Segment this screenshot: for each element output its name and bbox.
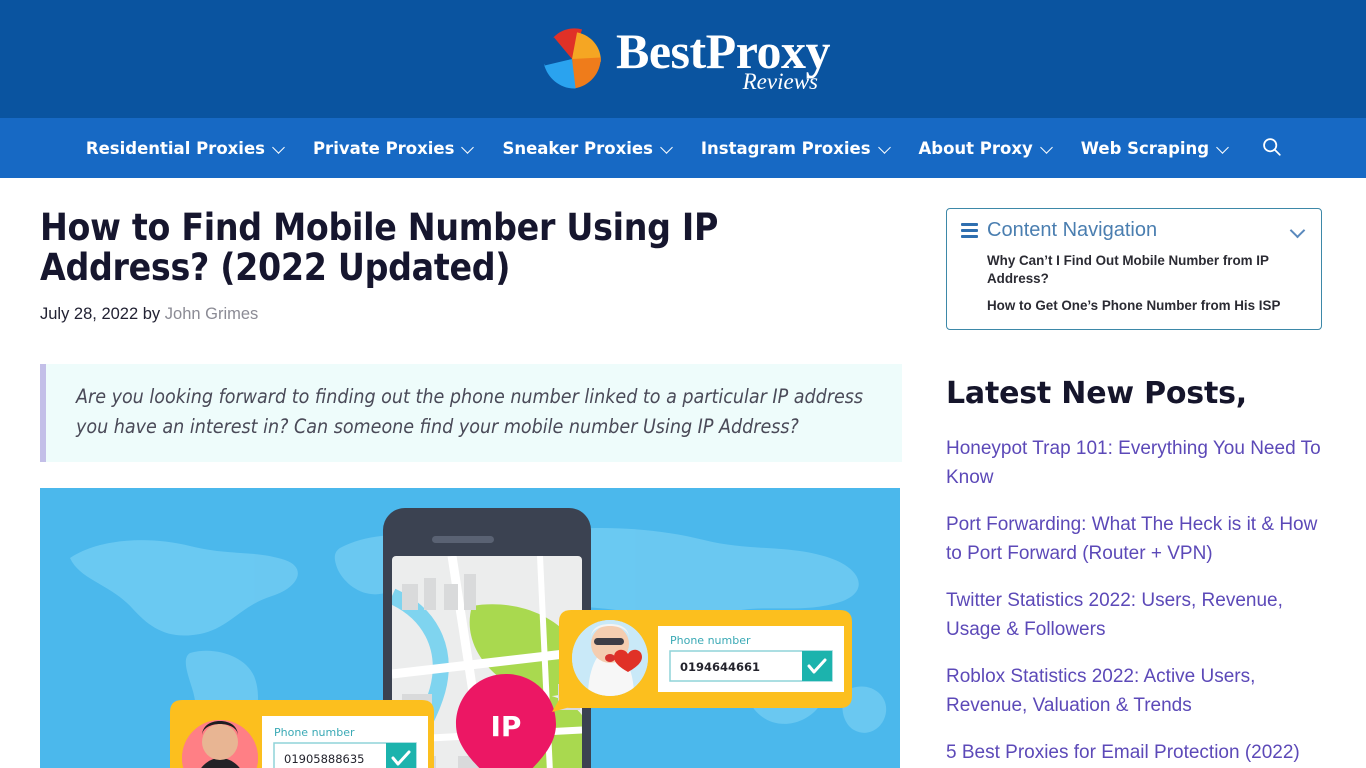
page-title: How to Find Mobile Number Using IP Addre… <box>40 206 719 289</box>
pullquote: Are you looking forward to finding out t… <box>40 363 902 463</box>
chevron-down-icon[interactable] <box>1042 143 1053 154</box>
primary-navigation: Residential Proxies Private Proxies Snea… <box>0 118 1366 178</box>
latest-post-link[interactable]: Port Forwarding: What The Heck is it & H… <box>946 511 1322 568</box>
content-navigation-header[interactable]: Content Navigation <box>961 219 1305 242</box>
toc-item[interactable]: How to Get One’s Phone Number from His I… <box>987 297 1305 315</box>
content-navigation-list: Why Can’t I Find Out Mobile Number from … <box>987 252 1305 315</box>
page-body: How to Find Mobile Number Using IP Addre… <box>0 178 1366 768</box>
nav-item-label: Web Scraping <box>1080 138 1210 158</box>
nav-list: Residential Proxies Private Proxies Snea… <box>72 136 1294 161</box>
list-item: Honeypot Trap 101: Everything You Need T… <box>946 435 1322 492</box>
nav-item-residential-proxies[interactable]: Residential Proxies <box>72 139 299 158</box>
chevron-down-icon[interactable] <box>662 143 673 154</box>
nav-item-instagram-proxies[interactable]: Instagram Proxies <box>687 139 905 158</box>
latest-posts-heading: Latest New Posts, <box>946 376 1247 412</box>
latest-posts-list: Honeypot Trap 101: Everything You Need T… <box>946 435 1322 768</box>
chevron-down-icon[interactable] <box>1218 143 1229 154</box>
content-navigation-title: Content Navigation <box>987 219 1158 241</box>
latest-post-link[interactable]: Roblox Statistics 2022: Active Users, Re… <box>946 663 1322 720</box>
nav-item-label: About Proxy <box>918 138 1033 158</box>
latest-post-link[interactable]: Honeypot Trap 101: Everything You Need T… <box>946 435 1322 492</box>
logo-main-text: BestProxy <box>616 22 830 79</box>
search-toggle-button[interactable] <box>1243 136 1294 161</box>
by-label: by <box>142 304 161 323</box>
list-item: 5 Best Proxies for Email Protection (202… <box>946 739 1322 768</box>
entry-meta: July 28, 2022 by John Grimes <box>40 305 902 324</box>
list-item: Roblox Statistics 2022: Active Users, Re… <box>946 663 1322 720</box>
chevron-down-icon[interactable] <box>274 143 285 154</box>
site-logo[interactable]: BestProxy Reviews <box>536 23 830 95</box>
nav-item-web-scraping[interactable]: Web Scraping <box>1067 139 1243 158</box>
sidebar: Content Navigation Why Can’t I Find Out … <box>946 208 1322 768</box>
svg-text:01905888635: 01905888635 <box>284 752 364 766</box>
list-item: Port Forwarding: What The Heck is it & H… <box>946 511 1322 568</box>
nav-item-label: Sneaker Proxies <box>502 138 653 158</box>
main-content: How to Find Mobile Number Using IP Addre… <box>40 208 902 768</box>
publish-date: July 28, 2022 <box>40 304 139 323</box>
chevron-down-icon[interactable] <box>1291 224 1305 238</box>
logo-wordmark: BestProxy Reviews <box>616 26 830 93</box>
nav-item-label: Residential Proxies <box>85 138 265 158</box>
svg-text:0194644661: 0194644661 <box>680 660 760 674</box>
nav-item-private-proxies[interactable]: Private Proxies <box>299 139 488 158</box>
content-navigation-title-group: Content Navigation <box>961 219 1157 242</box>
hamburger-icon <box>961 223 978 238</box>
search-icon <box>1261 136 1282 161</box>
nav-item-label: Instagram Proxies <box>700 138 871 158</box>
latest-post-link[interactable]: Twitter Statistics 2022: Users, Revenue,… <box>946 587 1322 644</box>
chevron-down-icon[interactable] <box>880 143 891 154</box>
author-link[interactable]: John Grimes <box>165 305 259 323</box>
pinwheel-logo-icon <box>536 23 608 95</box>
list-item: Twitter Statistics 2022: Users, Revenue,… <box>946 587 1322 644</box>
svg-text:IP: IP <box>491 710 522 743</box>
logo-sub-text: Reviews <box>742 68 818 94</box>
nav-item-label: Private Proxies <box>312 138 455 158</box>
nav-item-sneaker-proxies[interactable]: Sneaker Proxies <box>488 139 686 158</box>
chevron-down-icon[interactable] <box>463 143 474 154</box>
article-hero-image: IP Phone number 0194644661 Phone number … <box>40 488 900 768</box>
site-header: BestProxy Reviews <box>0 0 1366 118</box>
toc-item[interactable]: Why Can’t I Find Out Mobile Number from … <box>987 252 1305 288</box>
svg-text:Phone number: Phone number <box>274 726 355 739</box>
nav-item-about-proxy[interactable]: About Proxy <box>905 139 1067 158</box>
svg-text:Phone number: Phone number <box>670 634 751 647</box>
latest-post-link[interactable]: 5 Best Proxies for Email Protection (202… <box>946 739 1322 768</box>
content-navigation-widget: Content Navigation Why Can’t I Find Out … <box>946 208 1322 331</box>
